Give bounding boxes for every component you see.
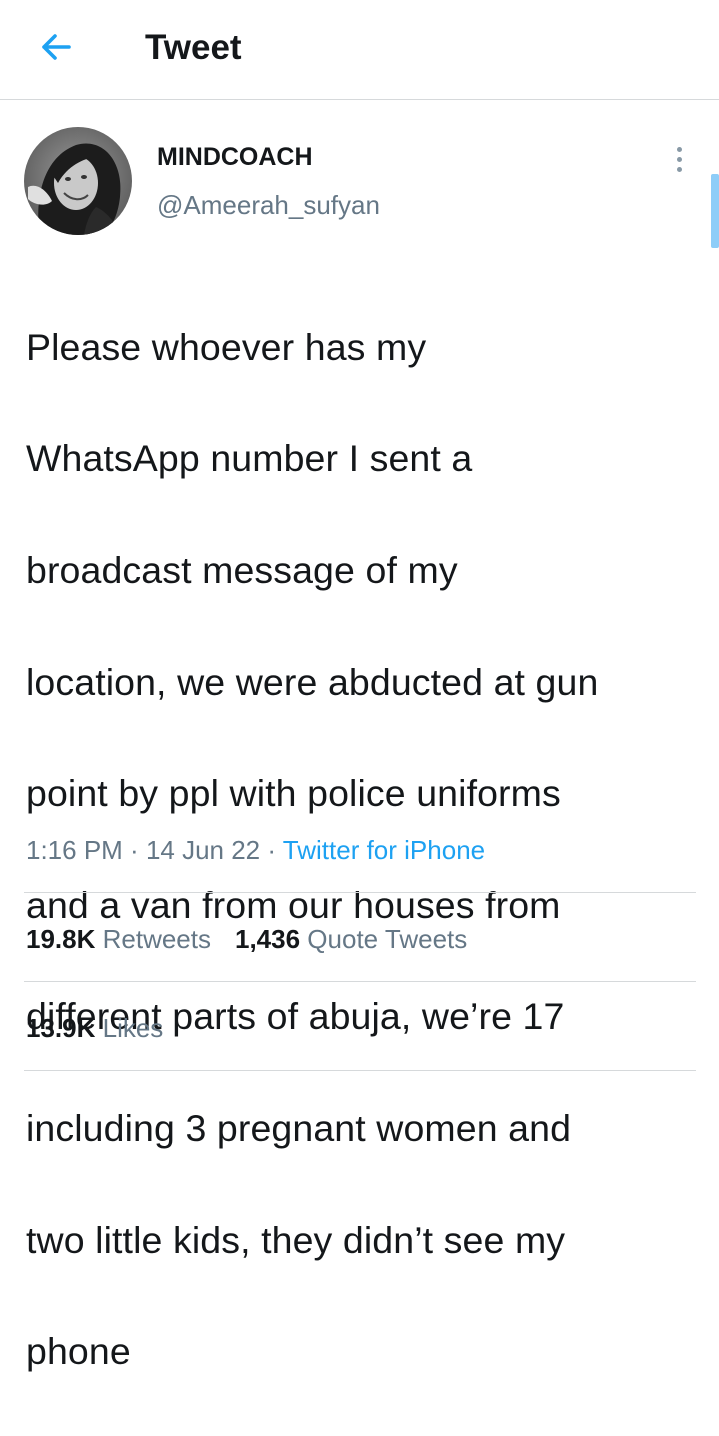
retweets-count: 19.8K — [26, 924, 96, 954]
more-dot — [676, 156, 682, 162]
quote-tweets-stat[interactable]: 1,436 Quote Tweets — [235, 921, 467, 957]
more-options-button[interactable] — [664, 140, 694, 178]
tweet-text-line: Please whoever has my — [26, 325, 427, 368]
avatar[interactable] — [24, 127, 132, 235]
likes-row: 13.9K Likes — [26, 1010, 163, 1046]
more-dot — [676, 146, 682, 152]
divider — [24, 1070, 696, 1071]
tweet-source-link[interactable]: Twitter for iPhone — [283, 835, 485, 865]
retweets-label: Retweets — [95, 924, 211, 954]
tweet-text-line: phone — [26, 1330, 131, 1373]
meta-separator: · — [260, 835, 283, 865]
author-display-name[interactable]: MINDCOACH — [157, 140, 313, 174]
top-bar: Tweet — [0, 0, 719, 100]
tweet-text-line: WhatsApp number I sent a — [26, 437, 473, 480]
divider — [24, 981, 696, 982]
tweet-text-line: including 3 pregnant women and — [26, 1106, 572, 1149]
quotes-count: 1,436 — [235, 924, 301, 954]
likes-count: 13.9K — [26, 1013, 96, 1043]
tweet-text-line: point by ppl with police uniforms — [26, 772, 561, 815]
scrollbar-thumb[interactable] — [711, 174, 719, 248]
likes-stat[interactable]: 13.9K Likes — [26, 1010, 163, 1046]
tweet-metadata: 1:16 PM · 14 Jun 22 · Twitter for iPhone — [26, 832, 485, 868]
back-button[interactable] — [28, 22, 84, 72]
engagement-stats: 19.8K Retweets 1,436 Quote Tweets — [26, 921, 467, 957]
meta-separator: · — [122, 835, 146, 865]
more-dot — [676, 166, 682, 172]
tweet-text-line: location, we were abducted at gun — [26, 660, 599, 703]
arrow-left-icon — [42, 34, 71, 60]
tweet-time: 1:16 PM — [26, 835, 123, 865]
page-title: Tweet — [145, 28, 242, 67]
tweet-text-line: broadcast message of my — [26, 548, 458, 591]
divider — [24, 892, 696, 893]
quotes-label: Quote Tweets — [300, 924, 468, 954]
tweet-text-line: two little kids, they didn’t see my — [26, 1218, 566, 1261]
retweets-stat[interactable]: 19.8K Retweets — [26, 921, 211, 957]
author-handle[interactable]: @Ameerah_sufyan — [157, 188, 380, 222]
likes-label: Likes — [95, 1013, 164, 1043]
tweet-date: 14 Jun 22 — [145, 835, 261, 865]
